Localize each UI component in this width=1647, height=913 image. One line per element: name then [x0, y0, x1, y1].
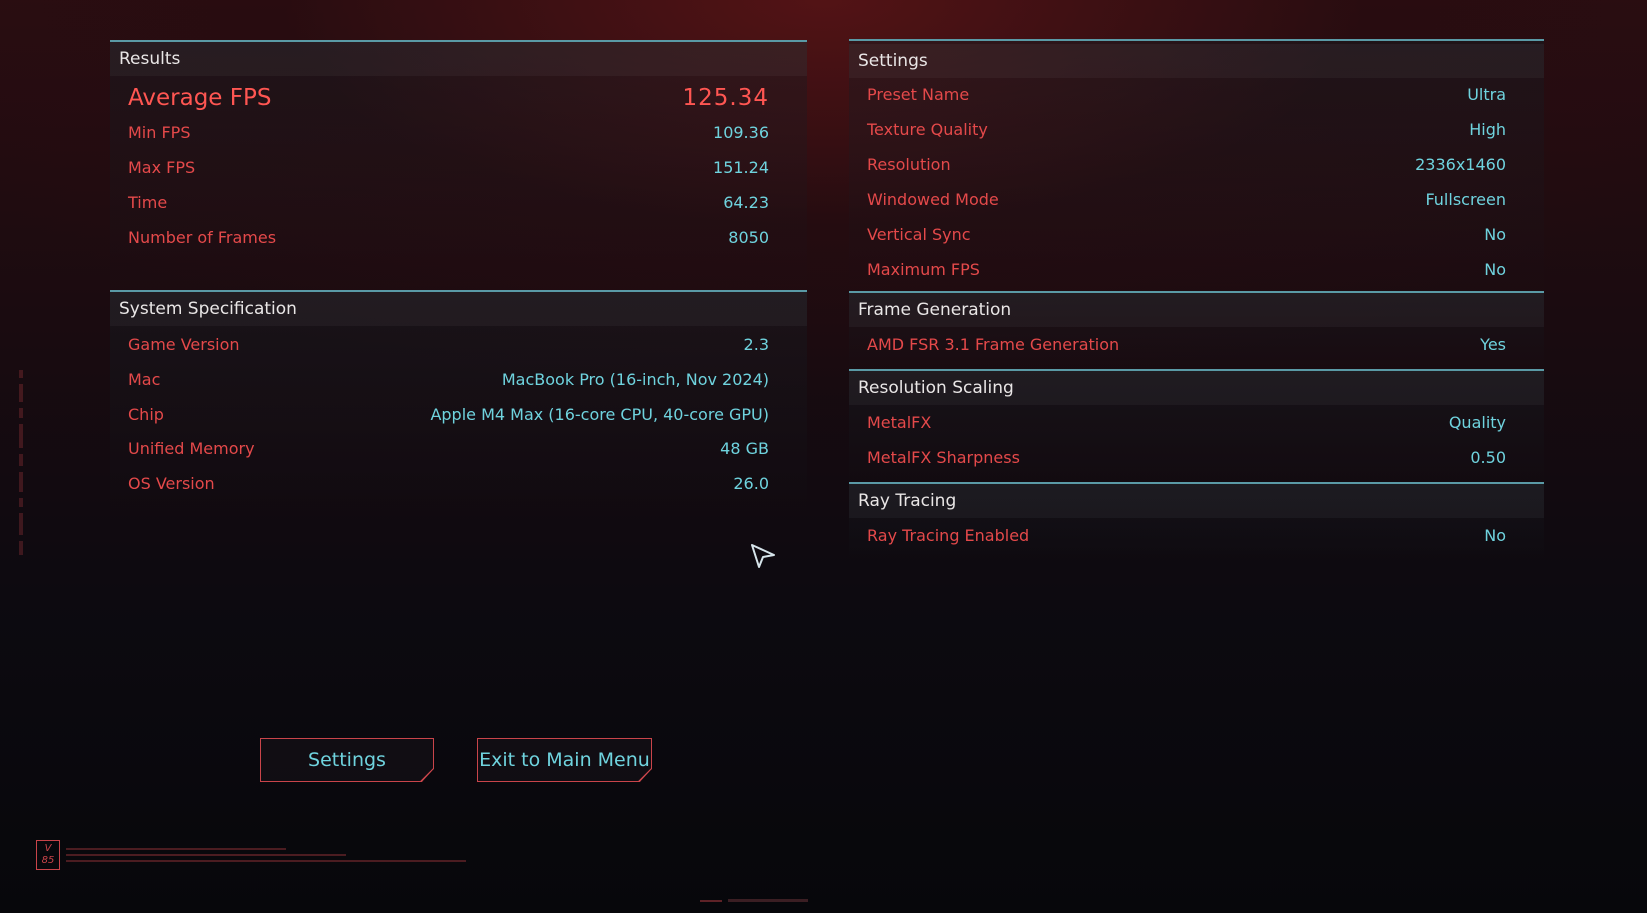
system-label: Game Version: [128, 335, 240, 354]
arrow-cursor-icon: [751, 544, 775, 568]
result-value: 8050: [728, 228, 769, 247]
setting-label: Maximum FPS: [867, 260, 980, 279]
average-fps-value: 125.34: [682, 85, 769, 111]
setting-label: Texture Quality: [867, 120, 988, 139]
setting-label: Preset Name: [867, 85, 970, 104]
setting-value: High: [1469, 120, 1506, 139]
frame-generation-value: Yes: [1480, 335, 1506, 354]
setting-value: 2336x1460: [1415, 155, 1506, 174]
ray-tracing-row: Ray Tracing Enabled No: [867, 521, 1506, 551]
system-row: Unified Memory 48 GB: [128, 434, 769, 464]
system-label: Unified Memory: [128, 439, 255, 458]
settings-section: Settings Preset Name Ultra Texture Quali…: [849, 39, 1544, 293]
ray-tracing-header: Ray Tracing: [849, 484, 1544, 518]
result-label: Time: [128, 193, 168, 212]
system-row: Mac MacBook Pro (16-inch, Nov 2024): [128, 365, 769, 395]
results-section: Results Average FPS 125.34 Min FPS 109.3…: [110, 40, 807, 292]
system-value: MacBook Pro (16-inch, Nov 2024): [501, 370, 769, 389]
settings-row: Maximum FPS No: [867, 255, 1506, 285]
settings-row: Preset Name Ultra: [867, 80, 1506, 110]
setting-label: Vertical Sync: [867, 225, 971, 244]
settings-row: Vertical Sync No: [867, 220, 1506, 250]
resolution-scaling-row: MetalFX Quality: [867, 408, 1506, 438]
settings-row: Windowed Mode Fullscreen: [867, 185, 1506, 215]
system-value: 26.0: [733, 474, 769, 493]
system-value: 2.3: [743, 335, 769, 354]
resolution-scaling-section: Resolution Scaling MetalFX Quality Metal…: [849, 369, 1544, 484]
game-logo-badge: V 85: [36, 840, 60, 870]
resolution-scaling-label: MetalFX Sharpness: [867, 448, 1020, 467]
resolution-scaling-row: MetalFX Sharpness 0.50: [867, 443, 1506, 473]
result-value: 109.36: [713, 123, 769, 142]
ray-tracing-label: Ray Tracing Enabled: [867, 526, 1030, 545]
system-specification-header: System Specification: [110, 292, 807, 326]
result-label: Max FPS: [128, 158, 196, 177]
results-row: Time 64.23: [128, 188, 769, 218]
decorative-bottom-mark: [700, 899, 808, 902]
results-row: Max FPS 151.24: [128, 153, 769, 183]
result-label: Min FPS: [128, 123, 191, 142]
ray-tracing-section: Ray Tracing Ray Tracing Enabled No: [849, 482, 1544, 561]
settings-row: Texture Quality High: [867, 115, 1506, 145]
setting-value: Ultra: [1467, 85, 1506, 104]
system-label: Mac: [128, 370, 161, 389]
frame-generation-section: Frame Generation AMD FSR 3.1 Frame Gener…: [849, 291, 1544, 371]
right-column: Settings Preset Name Ultra Texture Quali…: [849, 39, 1544, 561]
system-value: 48 GB: [720, 439, 769, 458]
system-label: OS Version: [128, 474, 215, 493]
result-value: 151.24: [713, 158, 769, 177]
resolution-scaling-value: 0.50: [1470, 448, 1506, 467]
results-header: Results: [110, 42, 807, 76]
results-row: Min FPS 109.36: [128, 118, 769, 148]
frame-generation-label: AMD FSR 3.1 Frame Generation: [867, 335, 1120, 354]
frame-generation-header: Frame Generation: [849, 293, 1544, 327]
average-fps-label: Average FPS: [128, 85, 272, 111]
system-label: Chip: [128, 405, 164, 424]
system-row: Chip Apple M4 Max (16-core CPU, 40-core …: [128, 400, 769, 430]
setting-label: Resolution: [867, 155, 951, 174]
resolution-scaling-header: Resolution Scaling: [849, 371, 1544, 405]
resolution-scaling-label: MetalFX: [867, 413, 932, 432]
decorative-side-strip: [19, 370, 23, 555]
system-specification-section: System Specification Game Version 2.3 Ma…: [110, 290, 807, 512]
setting-value: No: [1484, 260, 1506, 279]
setting-value: No: [1484, 225, 1506, 244]
system-row: OS Version 26.0: [128, 469, 769, 499]
setting-value: Fullscreen: [1425, 190, 1506, 209]
settings-button[interactable]: Settings: [260, 738, 434, 782]
exit-to-main-menu-button[interactable]: Exit to Main Menu: [477, 738, 652, 782]
settings-header: Settings: [849, 44, 1544, 78]
settings-row: Resolution 2336x1460: [867, 150, 1506, 180]
setting-label: Windowed Mode: [867, 190, 999, 209]
result-label: Number of Frames: [128, 228, 277, 247]
resolution-scaling-value: Quality: [1448, 413, 1506, 432]
result-value: 64.23: [723, 193, 769, 212]
left-column: Results Average FPS 125.34 Min FPS 109.3…: [110, 40, 807, 512]
average-fps-row: Average FPS 125.34: [128, 80, 769, 116]
decorative-fine-print: [66, 848, 466, 862]
frame-generation-row: AMD FSR 3.1 Frame Generation Yes: [867, 330, 1506, 360]
ray-tracing-value: No: [1484, 526, 1506, 545]
results-row: Number of Frames 8050: [128, 223, 769, 253]
system-row: Game Version 2.3: [128, 330, 769, 360]
system-value: Apple M4 Max (16-core CPU, 40-core GPU): [430, 405, 769, 424]
